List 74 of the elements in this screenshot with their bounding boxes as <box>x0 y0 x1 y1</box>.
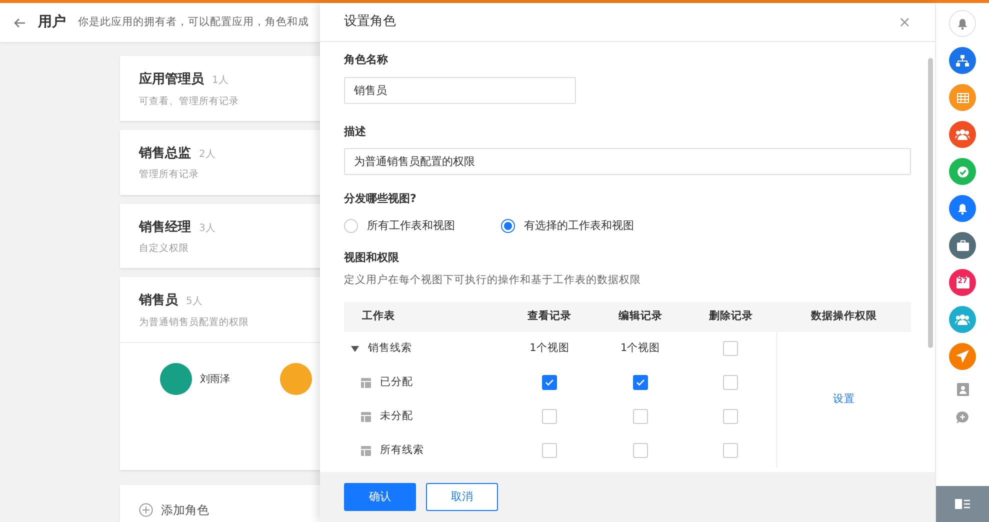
cancel-button[interactable]: 取消 <box>426 483 498 511</box>
paper-plane-icon[interactable] <box>949 343 976 370</box>
panel-toggle-icon[interactable] <box>936 486 989 522</box>
section-title: 视图和权限 <box>344 250 400 266</box>
role-card[interactable]: 销售经理 3人 自定义权限 <box>120 204 320 268</box>
sheet-name: 未分配 <box>380 409 413 424</box>
people-icon[interactable] <box>949 121 976 148</box>
checkbox[interactable] <box>723 409 738 424</box>
member-count: 1人 <box>212 75 228 86</box>
scrollbar[interactable] <box>928 58 933 348</box>
settings-link[interactable]: 设置 <box>833 393 856 406</box>
sheet-name: 所有线索 <box>380 443 424 458</box>
caret-icon[interactable] <box>351 346 359 352</box>
add-role-button[interactable]: 添加角色 <box>120 485 320 522</box>
page-description: 你是此应用的拥有者，可以配置应用，角色和成 <box>78 14 309 30</box>
role-card[interactable]: 应用管理员 1人 可查看、管理所有记录 <box>120 56 320 121</box>
plus-icon <box>139 503 153 517</box>
confirm-button[interactable]: 确认 <box>344 483 416 511</box>
radio-option[interactable]: 有选择的工作表和视图 <box>501 218 634 234</box>
member-count: 5人 <box>186 296 202 308</box>
column-header: 查看记录 <box>504 302 595 332</box>
bell-icon[interactable] <box>949 10 976 37</box>
role-name: 销售员 <box>139 293 178 308</box>
role-card[interactable]: 销售总监 2人 管理所有记录 <box>120 130 320 194</box>
role-description: 管理所有记录 <box>139 168 200 182</box>
role-description: 可查看、管理所有记录 <box>139 94 240 108</box>
checkbox[interactable] <box>723 375 738 390</box>
briefcase-icon[interactable] <box>949 232 976 259</box>
sheet-name: 销售线索 <box>368 341 412 356</box>
role-description: 自定义权限 <box>139 242 190 256</box>
page-title: 用户 <box>38 12 66 32</box>
checkbox[interactable] <box>542 375 557 390</box>
table-view-icon <box>361 446 371 456</box>
checkbox[interactable] <box>723 443 738 458</box>
role-name: 销售经理 <box>139 220 191 234</box>
field-label: 描述 <box>344 124 367 140</box>
checkbox[interactable] <box>542 409 557 424</box>
column-header: 数据操作权限 <box>776 302 911 332</box>
checkbox[interactable] <box>723 341 738 356</box>
table-icon[interactable] <box>949 84 976 111</box>
bell-icon[interactable] <box>949 195 976 222</box>
field-label: 角色名称 <box>344 52 389 68</box>
role-card[interactable]: 销售员 5人 为普通销售员配置的权限 刘雨泽 <box>120 277 320 470</box>
role-description: 为普通销售员配置的权限 <box>139 316 250 330</box>
description-field[interactable]: 为普通销售员配置的权限 <box>344 148 911 175</box>
checkbox[interactable] <box>632 409 648 424</box>
column-header: 删除记录 <box>686 302 777 332</box>
checkbox[interactable] <box>632 443 648 458</box>
sheet-name: 已分配 <box>380 375 413 390</box>
table-view-icon <box>361 378 371 388</box>
dialog-title: 设置角色 <box>344 13 396 32</box>
checkbox[interactable] <box>632 375 648 390</box>
check-icon <box>544 379 554 386</box>
role-name: 应用管理员 <box>139 72 204 87</box>
section-description: 定义用户在每个视图下可执行的操作和基于工作表的数据权限 <box>344 272 642 288</box>
column-header: 工作表 <box>344 302 504 332</box>
member-count: 3人 <box>199 222 216 234</box>
add-role-label: 添加角色 <box>161 502 209 519</box>
role-name-field[interactable]: 销售员 <box>344 76 576 104</box>
people-icon[interactable] <box>949 306 976 333</box>
back-arrow-icon[interactable] <box>14 18 26 28</box>
checkmark-icon[interactable] <box>949 158 976 185</box>
view-count: 1个视图 <box>620 342 660 354</box>
member-count: 2人 <box>199 148 216 160</box>
member-name: 刘雨泽 <box>200 372 230 386</box>
check-icon <box>636 379 645 386</box>
hierarchy-icon[interactable] <box>949 47 976 74</box>
checkbox[interactable] <box>542 443 557 458</box>
field-label: 分发哪些视图? <box>344 191 418 207</box>
role-name: 销售总监 <box>139 146 191 161</box>
column-header: 编辑记录 <box>594 302 686 332</box>
view-count: 1个视图 <box>530 342 570 354</box>
table-view-icon <box>361 412 371 422</box>
radio-option[interactable]: 所有工作表和视图 <box>344 218 455 234</box>
